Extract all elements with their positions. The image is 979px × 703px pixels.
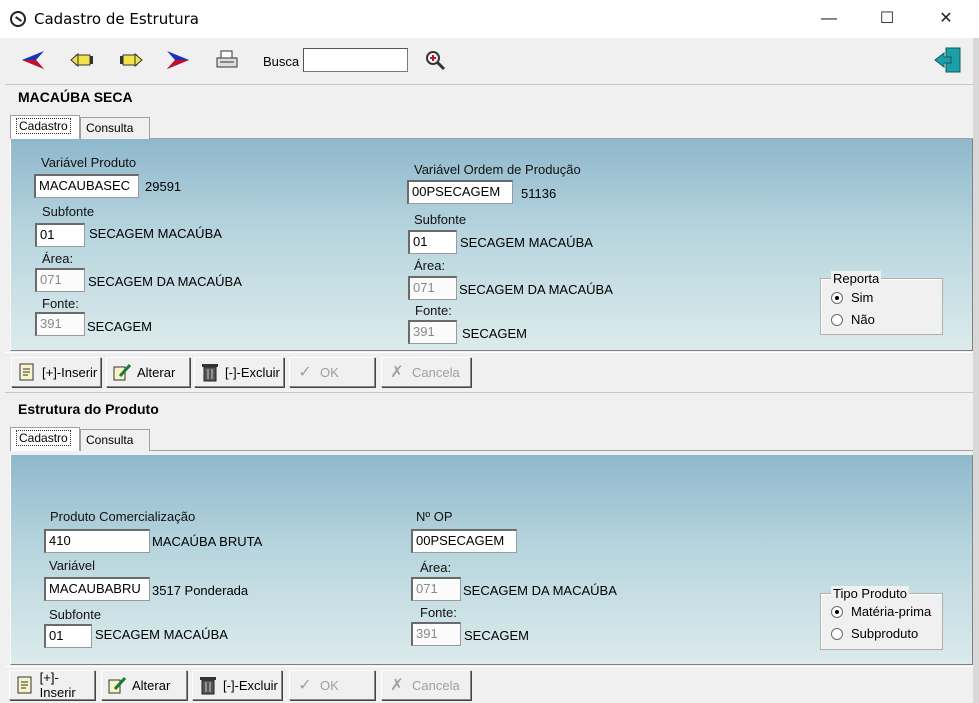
area-desc: SECAGEM DA MACAÚBA [88, 274, 242, 289]
ok-button-2[interactable]: ✓ OK [289, 670, 375, 700]
maximize-button[interactable]: ☐ [864, 4, 910, 34]
subfonte-label: Subfonte [42, 204, 95, 219]
subfonte-desc-2: SECAGEM MACAÚBA [95, 627, 228, 642]
variavel-produto-label: Variável Produto [41, 155, 137, 170]
variavel-op-field[interactable]: 00PSECAGEM [407, 180, 513, 204]
previous-icon[interactable] [67, 46, 97, 74]
subfonte2-desc: SECAGEM MACAÚBA [460, 235, 593, 250]
variavel-field[interactable]: MACAUBABRU [44, 577, 150, 601]
divider [5, 392, 973, 393]
variavel-label: Variável [49, 558, 96, 573]
search-label: Busca [263, 54, 300, 69]
produto-field[interactable]: 410 [44, 529, 150, 553]
section-title-estrutura: Estrutura do Produto [18, 401, 159, 417]
inserir-button-2[interactable]: [+]-Inserir [9, 670, 95, 700]
divider [5, 84, 973, 85]
search-zoom-icon[interactable] [420, 46, 450, 74]
radio-nao[interactable] [831, 313, 843, 326]
cancela-button[interactable]: ✗ Cancela [381, 357, 471, 387]
area-label-2: Área: [420, 560, 452, 575]
variavel-desc: 3517 Ponderada [152, 583, 249, 598]
materia-prima-option[interactable]: Matéria-prima [831, 604, 931, 619]
area2-desc: SECAGEM DA MACAÚBA [459, 282, 613, 297]
fonte-desc-2: SECAGEM [464, 628, 530, 643]
nop-label: Nº OP [416, 509, 453, 524]
minimize-button[interactable]: — [806, 4, 852, 34]
fonte2-label: Fonte: [415, 303, 452, 318]
title-bar: Cadastro de Estrutura — ☐ ✕ [0, 0, 979, 38]
search-input[interactable] [303, 48, 408, 72]
area-field-2[interactable]: 071 [411, 577, 461, 601]
section-title-macauba: MACAÚBA SECA [18, 89, 133, 105]
window-title: Cadastro de Estrutura [34, 10, 199, 28]
subfonte2-field[interactable]: 01 [408, 230, 457, 254]
reporta-sim-option[interactable]: Sim [831, 290, 873, 305]
variavel-produto-code: 29591 [145, 179, 182, 194]
inserir-button[interactable]: [+]-Inserir [11, 357, 101, 387]
reporta-nao-option[interactable]: Não [831, 312, 875, 327]
subfonte-desc: SECAGEM MACAÚBA [89, 226, 222, 241]
tab-cadastro[interactable]: Cadastro [10, 115, 80, 139]
variavel-op-label: Variável Ordem de Produção [414, 162, 581, 177]
cancela-button-2[interactable]: ✗ Cancela [381, 670, 471, 700]
radio-sim[interactable] [831, 291, 843, 304]
produto-desc: MACAÚBA BRUTA [152, 534, 263, 549]
trash-icon [199, 361, 221, 383]
radio-subproduto[interactable] [831, 627, 843, 640]
tipo-produto-title: Tipo Produto [831, 586, 909, 601]
subfonte-field-2[interactable]: 01 [44, 624, 92, 648]
fonte-field-2[interactable]: 391 [411, 622, 461, 646]
insert-doc-icon [14, 674, 36, 696]
window-frame-edge [973, 38, 979, 703]
trash-icon [197, 674, 219, 696]
subfonte-label-2: Subfonte [49, 607, 102, 622]
alterar-button-2[interactable]: Alterar [101, 670, 187, 700]
exit-door-icon[interactable] [933, 46, 963, 74]
checkmark-icon: ✓ [298, 364, 312, 381]
area-label: Área: [42, 251, 74, 266]
area-field[interactable]: 071 [35, 268, 85, 292]
next-icon[interactable] [116, 46, 146, 74]
tab-consulta[interactable]: Consulta [80, 117, 150, 139]
close-button[interactable]: ✕ [923, 4, 969, 34]
print-icon[interactable] [212, 46, 242, 74]
fonte-label: Fonte: [42, 296, 79, 311]
fonte2-field[interactable]: 391 [408, 320, 457, 344]
checkmark-icon: ✓ [298, 677, 312, 694]
alterar-button[interactable]: Alterar [106, 357, 190, 387]
area2-label: Área: [414, 258, 446, 273]
fonte2-desc: SECAGEM [462, 326, 528, 341]
reporta-group-title: Reporta [831, 271, 882, 286]
cancel-x-icon: ✗ [390, 677, 404, 694]
fonte-desc: SECAGEM [87, 319, 153, 334]
tab-cadastro-2[interactable]: Cadastro [10, 427, 80, 451]
radio-materia-prima[interactable] [831, 605, 843, 618]
insert-doc-icon [16, 361, 38, 383]
cancel-x-icon: ✗ [390, 364, 404, 381]
area-desc-2: SECAGEM DA MACAÚBA [463, 583, 617, 598]
subfonte2-label: Subfonte [414, 212, 467, 227]
tab-consulta-2[interactable]: Consulta [80, 429, 150, 451]
excluir-button-2[interactable]: [-]-Excluir [192, 670, 282, 700]
edit-pencil-icon [111, 361, 133, 383]
ok-button[interactable]: ✓ OK [289, 357, 375, 387]
subfonte-field[interactable]: 01 [35, 223, 85, 247]
fonte-label-2: Fonte: [420, 605, 457, 620]
edit-pencil-icon [106, 674, 128, 696]
toolbar [5, 38, 973, 84]
tipo-produto-group [820, 593, 943, 650]
tab-line [150, 450, 973, 451]
first-icon[interactable] [18, 46, 48, 74]
subproduto-option[interactable]: Subproduto [831, 626, 918, 641]
last-icon[interactable] [163, 46, 193, 74]
produto-label: Produto Comercialização [50, 509, 196, 524]
excluir-button[interactable]: [-]-Excluir [194, 357, 284, 387]
variavel-produto-field[interactable]: MACAUBASEC [34, 174, 139, 198]
app-icon [10, 11, 26, 27]
area2-field[interactable]: 071 [408, 276, 457, 300]
variavel-op-code: 51136 [521, 186, 557, 201]
fonte-field[interactable]: 391 [35, 312, 85, 336]
nop-field[interactable]: 00PSECAGEM [411, 529, 517, 553]
